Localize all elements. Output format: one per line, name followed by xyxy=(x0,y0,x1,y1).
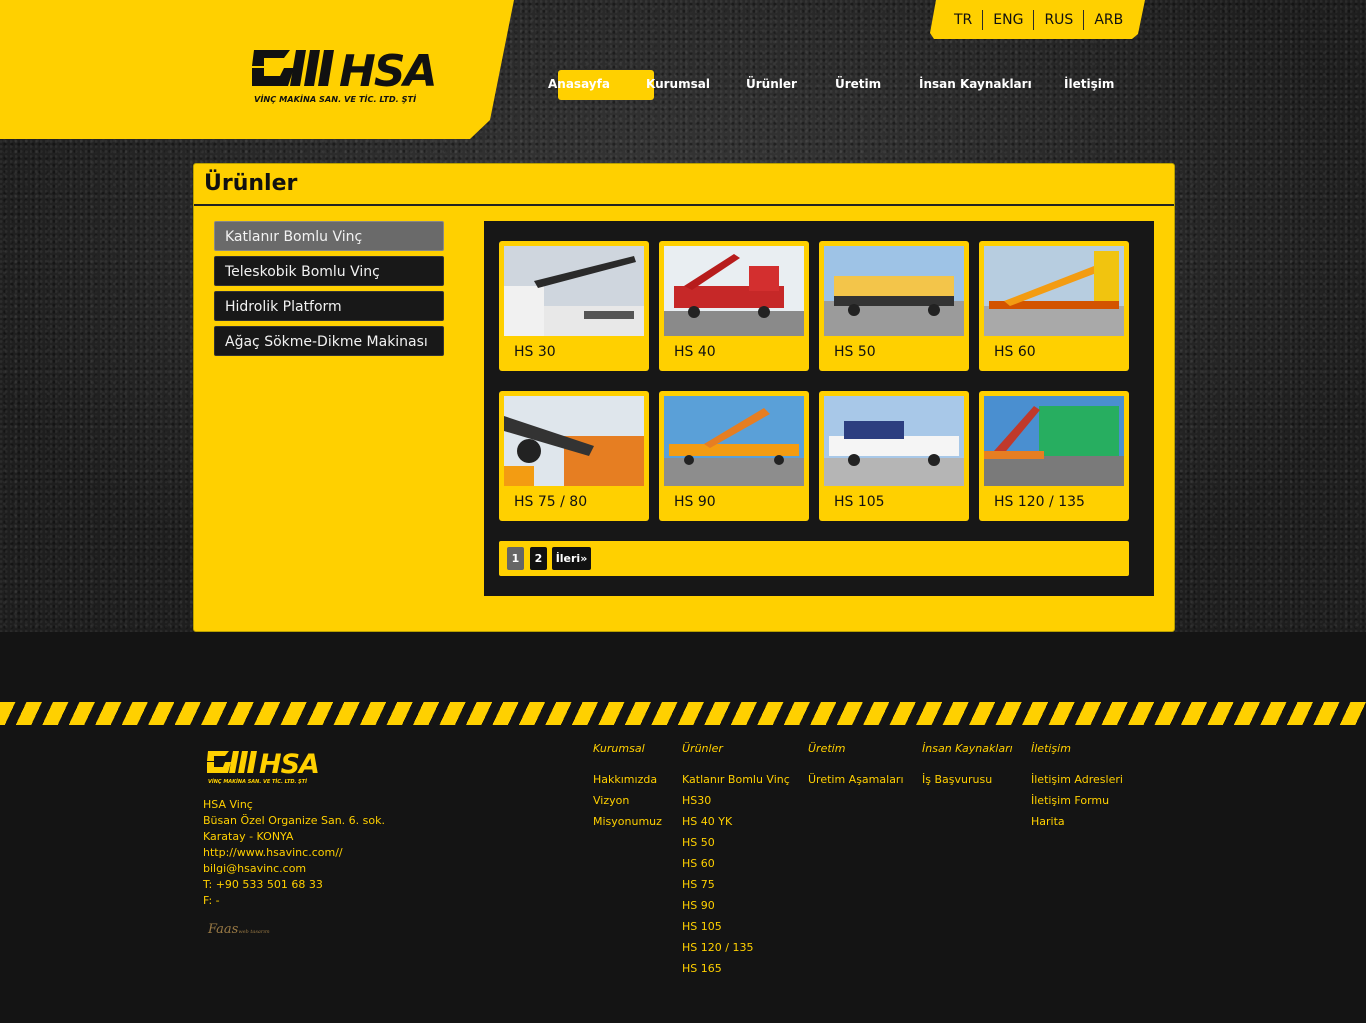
product-card[interactable]: HS 50 xyxy=(819,241,969,371)
nav-item-urunler[interactable]: Ürünler xyxy=(746,77,797,91)
product-card[interactable]: HS 40 xyxy=(659,241,809,371)
product-photo xyxy=(824,396,964,486)
lang-tr[interactable]: TR xyxy=(944,10,982,30)
fax-number: F: - xyxy=(203,894,220,907)
footer-link[interactable]: HS 165 xyxy=(682,958,790,979)
footer-logo-wordmark: HSA xyxy=(259,749,319,780)
footer-logo-subtitle: VİNÇ MAKİNA SAN. VE TİC. LTD. ŞTİ xyxy=(208,778,307,785)
lang-arb[interactable]: ARB xyxy=(1083,9,1133,30)
footer-link[interactable]: HS 90 xyxy=(682,895,790,916)
pagination: 1 2 İleri» xyxy=(499,541,1129,576)
product-card[interactable]: HS 105 xyxy=(819,391,969,521)
nav-item-uretim[interactable]: Üretim xyxy=(835,77,881,91)
footer-col-iletisim: İletişim İletişim Adresleri İletişim For… xyxy=(1031,742,1123,832)
product-name: HS 50 xyxy=(834,344,876,360)
category-list: Katlanır Bomlu Vinç Teleskobik Bomlu Vin… xyxy=(214,221,444,361)
hazard-stripe-divider xyxy=(0,702,1366,725)
category-teleskobik-bomlu-vinc[interactable]: Teleskobik Bomlu Vinç xyxy=(214,256,444,286)
nav-item-insan-kaynaklari[interactable]: İnsan Kaynakları xyxy=(919,77,1032,91)
footer-link[interactable]: HS 75 xyxy=(682,874,790,895)
footer-link[interactable]: HS30 xyxy=(682,790,790,811)
footer-link[interactable]: HS 60 xyxy=(682,853,790,874)
company-name: HSA Vinç xyxy=(203,798,253,811)
website-link[interactable]: http://www.hsavinc.com// xyxy=(203,845,385,861)
title-divider xyxy=(194,204,1174,206)
product-photo xyxy=(504,246,644,336)
product-card[interactable]: HS 120 / 135 xyxy=(979,391,1129,521)
product-name: HS 60 xyxy=(994,344,1036,360)
product-card[interactable]: HS 90 xyxy=(659,391,809,521)
footer-link[interactable]: İletişim Adresleri xyxy=(1031,769,1123,790)
footer-link[interactable]: HS 105 xyxy=(682,916,790,937)
footer-col-insan-kaynaklari: İnsan Kaynakları İş Başvurusu xyxy=(922,742,1013,790)
product-photo xyxy=(664,396,804,486)
footer-col-title[interactable]: Kurumsal xyxy=(593,742,662,755)
product-grid: HS 30 HS 40 HS 50 HS 60 HS 75 / 80 HS 90… xyxy=(484,221,1154,596)
content-panel: Ürünler Katlanır Bomlu Vinç Teleskobik B… xyxy=(193,163,1175,632)
nav-item-iletisim[interactable]: İletişim xyxy=(1064,77,1114,91)
address-line-1: Büsan Özel Organize San. 6. sok. xyxy=(203,814,385,827)
footer-col-title[interactable]: Ürünler xyxy=(682,742,790,755)
logo-subtitle: VİNÇ MAKİNA SAN. VE TİC. LTD. ŞTİ xyxy=(254,94,416,104)
product-photo xyxy=(824,246,964,336)
nav-item-anasayfa[interactable]: Anasayfa xyxy=(548,77,610,91)
phone-number: T: +90 533 501 68 33 xyxy=(203,878,323,891)
footer-col-urunler: Ürünler Katlanır Bomlu Vinç HS30 HS 40 Y… xyxy=(682,742,790,979)
product-card[interactable]: HS 30 xyxy=(499,241,649,371)
product-photo xyxy=(664,246,804,336)
footer-col-title[interactable]: Üretim xyxy=(808,742,904,755)
footer-link[interactable]: HS 50 xyxy=(682,832,790,853)
next-page-button[interactable]: İleri» xyxy=(552,547,591,570)
category-katlanir-bomlu-vinc[interactable]: Katlanır Bomlu Vinç xyxy=(214,221,444,251)
footer-link[interactable]: İletişim Formu xyxy=(1031,790,1123,811)
email-link[interactable]: bilgi@hsavinc.com xyxy=(203,861,385,877)
page-title: Ürünler xyxy=(204,171,298,196)
product-name: HS 40 xyxy=(674,344,716,360)
product-name: HS 105 xyxy=(834,494,885,510)
footer-hsa-logo[interactable]: HSA VİNÇ MAKİNA SAN. VE TİC. LTD. ŞTİ xyxy=(205,748,329,788)
footer-col-uretim: Üretim Üretim Aşamaları xyxy=(808,742,904,790)
footer-link[interactable]: Üretim Aşamaları xyxy=(808,769,904,790)
footer-col-title[interactable]: İnsan Kaynakları xyxy=(922,742,1013,755)
product-photo xyxy=(504,396,644,486)
product-card[interactable]: HS 60 xyxy=(979,241,1129,371)
product-photo xyxy=(984,396,1124,486)
category-agac-sokme-dikme[interactable]: Ağaç Sökme-Dikme Makinası xyxy=(214,326,444,356)
page-2-button[interactable]: 2 xyxy=(530,547,547,570)
footer-link[interactable]: Hakkımızda xyxy=(593,769,662,790)
address-line-2: Karatay - KONYA xyxy=(203,830,294,843)
footer-link[interactable]: Vizyon xyxy=(593,790,662,811)
company-address: HSA Vinç Büsan Özel Organize San. 6. sok… xyxy=(203,797,385,909)
product-card[interactable]: HS 75 / 80 xyxy=(499,391,649,521)
product-photo xyxy=(984,246,1124,336)
category-hidrolik-platform[interactable]: Hidrolik Platform xyxy=(214,291,444,321)
product-name: HS 30 xyxy=(514,344,556,360)
product-name: HS 120 / 135 xyxy=(994,494,1085,510)
footer-link[interactable]: HS 40 YK xyxy=(682,811,790,832)
footer-link[interactable]: İş Başvurusu xyxy=(922,769,1013,790)
page-1-button[interactable]: 1 xyxy=(507,547,524,570)
footer-link[interactable]: HS 120 / 135 xyxy=(682,937,790,958)
footer-col-kurumsal: Kurumsal Hakkımızda Vizyon Misyonumuz xyxy=(593,742,662,832)
hsa-logo[interactable]: HSA VİNÇ MAKİNA SAN. VE TİC. LTD. ŞTİ xyxy=(250,46,456,106)
footer-link[interactable]: Katlanır Bomlu Vinç xyxy=(682,769,790,790)
footer-link[interactable]: Misyonumuz xyxy=(593,811,662,832)
lang-eng[interactable]: ENG xyxy=(982,9,1033,30)
footer-col-title[interactable]: İletişim xyxy=(1031,742,1123,755)
designer-name: Faas xyxy=(208,922,239,937)
lang-rus[interactable]: RUS xyxy=(1033,9,1083,30)
product-name: HS 75 / 80 xyxy=(514,494,588,510)
designer-credit[interactable]: Faasweb tasarım xyxy=(208,922,270,937)
logo-wordmark: HSA xyxy=(339,46,436,97)
language-switcher: TR ENG RUS ARB xyxy=(930,0,1145,39)
product-name: HS 90 xyxy=(674,494,716,510)
designer-tag: web tasarım xyxy=(238,929,270,935)
nav-item-kurumsal[interactable]: Kurumsal xyxy=(646,77,710,91)
footer-link[interactable]: Harita xyxy=(1031,811,1123,832)
